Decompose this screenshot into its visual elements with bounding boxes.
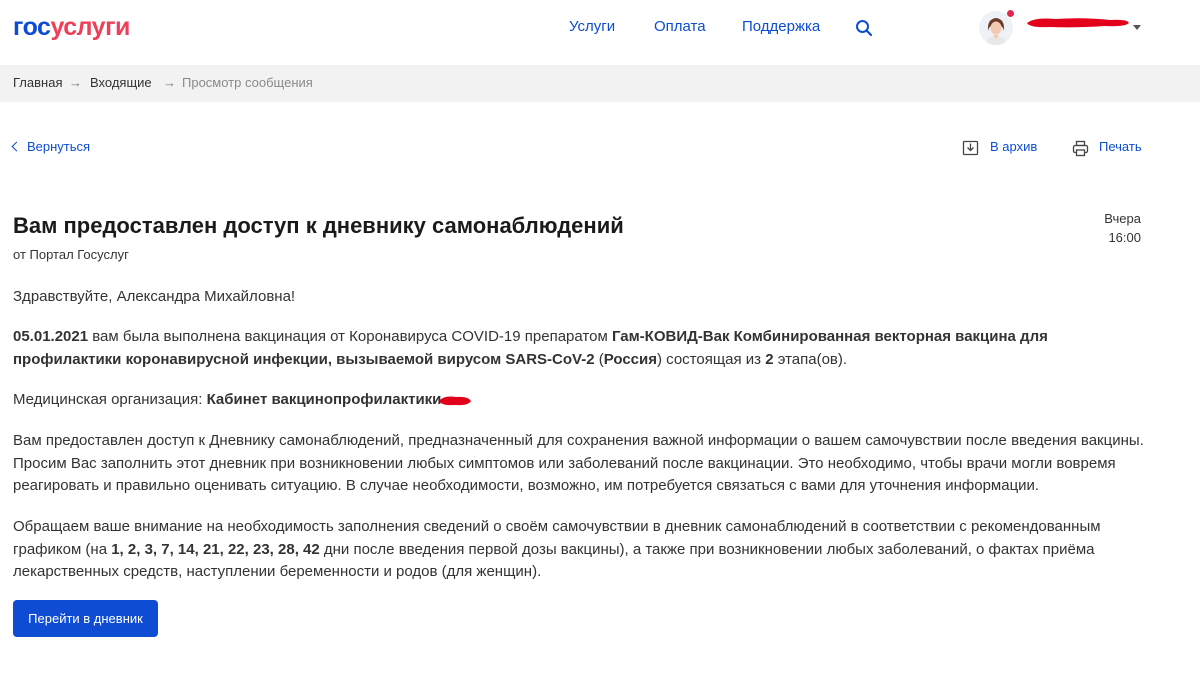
site-header: госуслуги Услуги Оплата Поддержка [0, 0, 1200, 65]
vaccination-text: этапа(ов). [773, 350, 848, 368]
user-menu-caret[interactable] [1133, 25, 1141, 30]
nav-support[interactable]: Поддержка [742, 18, 820, 36]
print-icon[interactable] [1072, 140, 1089, 157]
nav-payment[interactable]: Оплата [654, 18, 706, 36]
breadcrumb-arrow-icon: → [69, 75, 82, 90]
user-name-redaction[interactable] [1025, 16, 1131, 29]
vaccine-stages: 2 [765, 350, 774, 368]
logo-part-gos: гос [13, 13, 51, 41]
print-button[interactable]: Печать [1099, 139, 1142, 155]
archive-icon[interactable] [962, 139, 979, 156]
schedule-paragraph: Обращаем ваше внимание на необходимость … [13, 516, 1153, 584]
access-paragraph: Вам предоставлен доступ к Дневнику самон… [13, 432, 1144, 494]
go-to-diary-button[interactable]: Перейти в дневник [13, 600, 158, 637]
vaccination-text: вам была выполнена вакцинация от Коронав… [88, 328, 612, 345]
message-date-day: Вчера [1104, 211, 1141, 226]
back-button[interactable]: Вернуться [11, 139, 91, 155]
logo-part-uslugi: услуги [50, 13, 130, 41]
message-date-time: 16:00 [1108, 230, 1141, 245]
vaccine-country: Россия [603, 350, 657, 368]
breadcrumb: Главная → Входящие → Просмотр сообщения [0, 65, 1200, 102]
medical-organization: Медицинская организация: Кабинет вакцино… [13, 389, 1153, 412]
vaccination-text: ) состоящая из [656, 350, 766, 368]
archive-button[interactable]: В архив [990, 139, 1037, 155]
org-name-redaction [439, 396, 472, 405]
vaccination-text: ( [594, 350, 604, 368]
message-sender: от Портал Госуслуг [13, 247, 129, 262]
chevron-left-icon [11, 141, 22, 152]
greeting: Здравствуйте, Александра Михайловна! [13, 288, 296, 305]
org-name: Кабинет вакцинопрофилактики [206, 391, 442, 408]
nav-services[interactable]: Услуги [569, 18, 615, 36]
vaccination-date: 05.01.2021 [13, 328, 89, 345]
vaccination-paragraph: 05.01.2021 вам была выполнена вакцинация… [13, 326, 1153, 371]
breadcrumb-arrow-icon: → [163, 75, 176, 90]
back-label: Вернуться [27, 139, 91, 154]
breadcrumb-home[interactable]: Главная [13, 75, 62, 91]
message-date: Вчера 16:00 [1104, 209, 1141, 247]
breadcrumb-inbox[interactable]: Входящие [90, 75, 152, 91]
notification-dot [1006, 9, 1015, 18]
breadcrumb-current: Просмотр сообщения [182, 75, 313, 90]
schedule-days: 1, 2, 3, 7, 14, 21, 22, 23, 28, 42 [111, 540, 320, 558]
message-title: Вам предоставлен доступ к дневнику самон… [13, 213, 624, 238]
gosuslugi-logo[interactable]: госуслуги [13, 12, 130, 42]
org-label: Медицинская организация: [13, 391, 207, 408]
search-icon[interactable] [855, 19, 873, 37]
